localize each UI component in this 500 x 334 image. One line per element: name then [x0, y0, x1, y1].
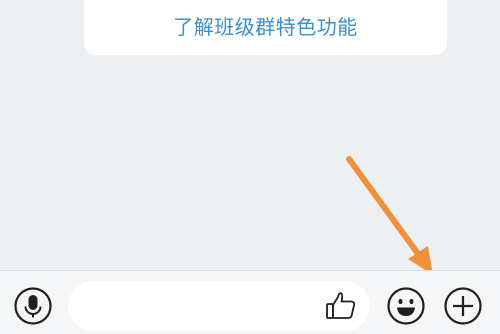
thumbs-up-icon: [326, 292, 356, 319]
feature-card: 了解班级群特色功能: [84, 0, 447, 55]
more-options-button[interactable]: [443, 286, 483, 326]
like-button[interactable]: [324, 289, 358, 323]
chat-screen: 了解班级群特色功能: [0, 0, 500, 334]
voice-input-button[interactable]: [13, 286, 53, 326]
smiley-icon: [387, 287, 425, 325]
plus-icon: [444, 287, 482, 325]
message-input[interactable]: [68, 281, 370, 331]
emoji-button[interactable]: [386, 286, 426, 326]
class-group-features-link[interactable]: 了解班级群特色功能: [173, 11, 358, 40]
arrow-shaft: [346, 156, 427, 265]
microphone-icon: [14, 287, 52, 325]
message-input-bar: [0, 270, 500, 334]
